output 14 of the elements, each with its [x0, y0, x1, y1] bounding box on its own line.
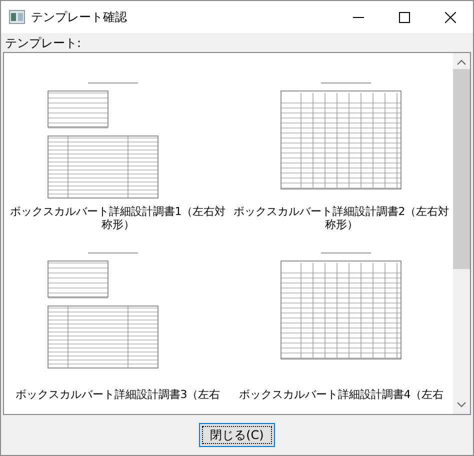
window-title: テンプレート確認 [31, 8, 128, 26]
scroll-down-icon[interactable] [457, 402, 466, 408]
template-name[interactable]: ボックスカルバート詳細設計調書2（左右対称形） [230, 205, 453, 231]
vertical-scrollbar[interactable] [453, 53, 470, 414]
app-icon [9, 10, 25, 24]
templates-label: テンプレート: [4, 35, 82, 52]
template-name[interactable]: ボックスカルバート詳細設計調書1（左右対称形） [6, 205, 230, 231]
template-name[interactable]: ボックスカルバート詳細設計調書4（左右 [230, 388, 453, 401]
close-dialog-button[interactable]: 閉じる(C) [199, 423, 275, 447]
close-icon [444, 12, 456, 22]
scrollbar-thumb[interactable] [453, 69, 470, 269]
scroll-up-icon[interactable] [457, 59, 466, 65]
template-name[interactable]: ボックスカルバート詳細設計調書3（左右 [6, 388, 230, 401]
maximize-icon [398, 12, 410, 22]
